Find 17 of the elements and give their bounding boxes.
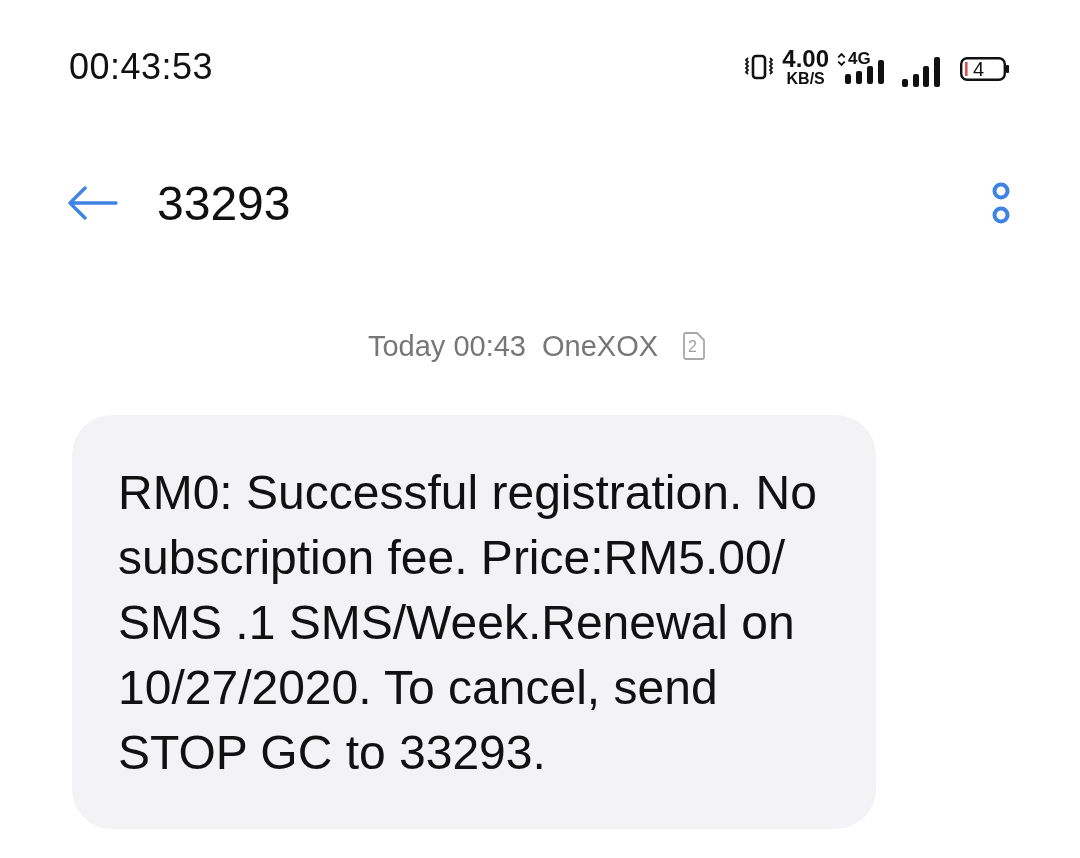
network-type: 4G [848,50,871,68]
status-time: 00:43:53 [69,46,214,88]
message-text: RM0: Successful registration. No subscription fee. Price:RM5.00/SMS .1 SMS/Week.Renewal on 10/27/2020. To cancel, send STOP GC to 33293. [118,465,818,781]
network-speed-value: 4.00 [782,47,829,71]
more-options-icon [992,182,1010,224]
sim-slot-number: 2 [688,337,697,357]
sim-label: OneXOX [541,329,659,363]
signal-strength-icon [902,57,940,87]
data-transfer-icon [837,51,846,67]
conversation-title: 33293 [157,175,292,231]
battery-percent: 4 [973,58,985,80]
vibrate-icon [744,54,775,80]
network-speed-unit: KB/S [786,71,825,87]
message-timestamp: Today 00:43 [367,329,526,363]
back-arrow-icon [68,186,118,220]
sim-card-icon [682,332,707,360]
battery-icon [960,57,1010,81]
